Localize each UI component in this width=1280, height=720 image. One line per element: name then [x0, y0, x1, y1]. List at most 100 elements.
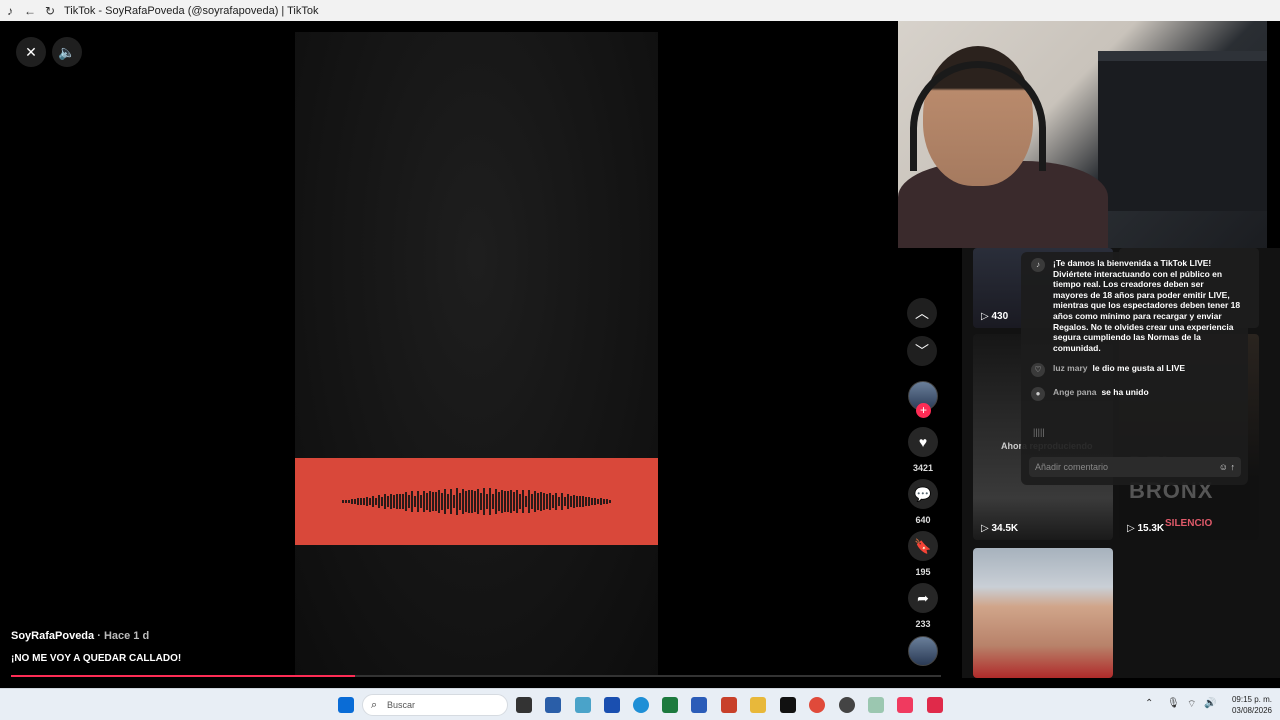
time-separator: ·	[94, 630, 104, 642]
related-video-4[interactable]	[973, 548, 1113, 678]
edge-browser-icon[interactable]	[633, 697, 649, 713]
like-button[interactable]: ♥ 3421	[905, 427, 941, 473]
author-line: SoyRafaPoveda · Hace 1 d	[11, 630, 149, 642]
waveform-bar	[576, 496, 578, 507]
emoji-icon[interactable]: ☺	[1219, 462, 1228, 472]
waveform-bar	[582, 496, 584, 507]
waveform-bar	[531, 494, 533, 509]
waveform-bar	[519, 494, 521, 509]
windows-start-icon[interactable]	[338, 697, 354, 713]
waveform-bar	[468, 489, 470, 514]
chat-welcome-message: ♪ ¡Te damos la bienvenida a TikTok LIVE!…	[1031, 258, 1241, 353]
share-arrow-icon: ➦	[917, 589, 929, 606]
tiktok-logo-icon: ♪	[1031, 258, 1045, 272]
chat-user[interactable]: luz mary	[1053, 363, 1088, 373]
window-title: TikTok - SoyRafaPoveda (@soyrafapoveda) …	[64, 4, 319, 17]
file-explorer-icon[interactable]	[750, 697, 766, 713]
word-icon[interactable]	[691, 697, 707, 713]
powerpoint-icon[interactable]	[721, 697, 737, 713]
app-icon[interactable]	[868, 697, 884, 713]
heart-outline-icon: ♡	[1031, 363, 1045, 377]
next-video-button[interactable]: ﹀	[907, 336, 937, 366]
reload-icon[interactable]: ↻	[40, 4, 60, 18]
follow-plus-icon[interactable]: +	[916, 403, 931, 418]
comment-input[interactable]: Añadir comentario ☺ ↑	[1029, 457, 1241, 477]
waveform-bar	[444, 489, 446, 514]
waveform-bar	[345, 499, 347, 504]
widgets-icon[interactable]	[545, 697, 561, 713]
chat-text: le dio me gusta al LIVE	[1092, 363, 1186, 373]
waveform-bar	[483, 488, 485, 515]
tiktok-taskbar-icon[interactable]	[780, 697, 796, 713]
obs-icon[interactable]	[839, 697, 855, 713]
waveform-bar	[516, 489, 518, 514]
audio-waveform-band	[295, 458, 658, 545]
waveform-bar	[552, 495, 554, 508]
info-app-icon[interactable]	[604, 697, 620, 713]
waveform-bar	[399, 493, 401, 510]
task-view-icon[interactable]	[516, 697, 532, 713]
live-studio-icon[interactable]	[927, 697, 943, 713]
video-player[interactable]	[295, 32, 658, 675]
system-clock[interactable]: 09:15 p. m. 03/08/2026	[1224, 694, 1272, 716]
waveform-bar	[495, 488, 497, 515]
waveform-bar	[369, 497, 371, 506]
live-chat-panel: ♪ ¡Te damos la bienvenida a TikTok LIVE!…	[1021, 252, 1248, 485]
like-count: 3421	[912, 463, 934, 473]
chevron-down-icon: ﹀	[915, 343, 929, 359]
music-disc-button[interactable]	[905, 636, 941, 666]
waveform-bar	[522, 489, 524, 514]
waveform-bar	[537, 493, 539, 510]
waveform-bar	[438, 490, 440, 513]
waveform-bar	[567, 494, 569, 509]
avatar[interactable]: +	[908, 381, 938, 418]
chrome-icon[interactable]	[809, 697, 825, 713]
microphone-icon[interactable]: 🎙	[1167, 698, 1180, 709]
waveform-bar	[603, 499, 605, 504]
webcam-overlay	[898, 21, 1267, 248]
video-progress-bar[interactable]	[11, 675, 941, 677]
excel-icon[interactable]	[662, 697, 678, 713]
share-button[interactable]: ➦ 233	[905, 583, 941, 629]
waveform-bar	[555, 492, 557, 511]
chevron-up-tray-icon[interactable]: ⌃	[1145, 698, 1153, 709]
volume-button[interactable]: 🔈	[52, 37, 82, 67]
photos-icon[interactable]	[575, 697, 591, 713]
save-button[interactable]: 🔖 195	[905, 531, 941, 577]
tiktok-live-icon[interactable]	[897, 697, 913, 713]
chat-message: ● Ange pana se ha unido	[1031, 387, 1149, 401]
waveform-bar	[564, 496, 566, 507]
waveform-bar	[489, 488, 491, 515]
waveform-bar	[429, 490, 431, 513]
waveform	[342, 482, 611, 522]
comment-button[interactable]: 💬 640	[905, 479, 941, 525]
speaker-tray-icon[interactable]: 🔊	[1204, 698, 1216, 709]
back-arrow-icon[interactable]: ←	[20, 4, 40, 18]
video-caption: ¡NO ME VOY A QUEDAR CALLADO!	[11, 653, 182, 664]
waveform-bar	[384, 494, 386, 509]
author-name[interactable]: SoyRafaPoveda	[11, 630, 94, 642]
taskbar-search[interactable]: ⌕ Buscar	[362, 694, 508, 716]
waveform-bar	[402, 494, 404, 509]
chat-user[interactable]: Ange pana	[1053, 387, 1096, 397]
send-arrow-icon[interactable]: ↑	[1231, 462, 1236, 472]
clock-date: 03/08/2026	[1231, 706, 1272, 715]
waveform-bar	[375, 497, 377, 506]
waveform-bar	[435, 491, 437, 512]
typing-indicator-icon: |||||	[1033, 427, 1045, 437]
close-button[interactable]: ✕	[16, 37, 46, 67]
sound-avatar[interactable]	[908, 636, 938, 666]
waveform-bar	[573, 495, 575, 508]
author-avatar-button[interactable]: +	[905, 381, 941, 418]
video-stage: ✕ 🔈 ︿ ﹀ + ♥ 3421 💬 640 🔖 195 ➦ 233 SoyRa…	[0, 21, 960, 678]
previous-video-button[interactable]: ︿	[907, 298, 937, 328]
waveform-bar	[471, 489, 473, 514]
wifi-icon[interactable]: ⌔	[1187, 698, 1196, 711]
chat-text: se ha unido	[1101, 387, 1149, 397]
view-count: 430	[991, 311, 1009, 322]
waveform-bar	[474, 491, 476, 512]
waveform-bar	[417, 490, 419, 513]
waveform-bar	[366, 496, 368, 507]
waveform-bar	[501, 489, 503, 514]
user-avatar-icon: ●	[1031, 387, 1045, 401]
